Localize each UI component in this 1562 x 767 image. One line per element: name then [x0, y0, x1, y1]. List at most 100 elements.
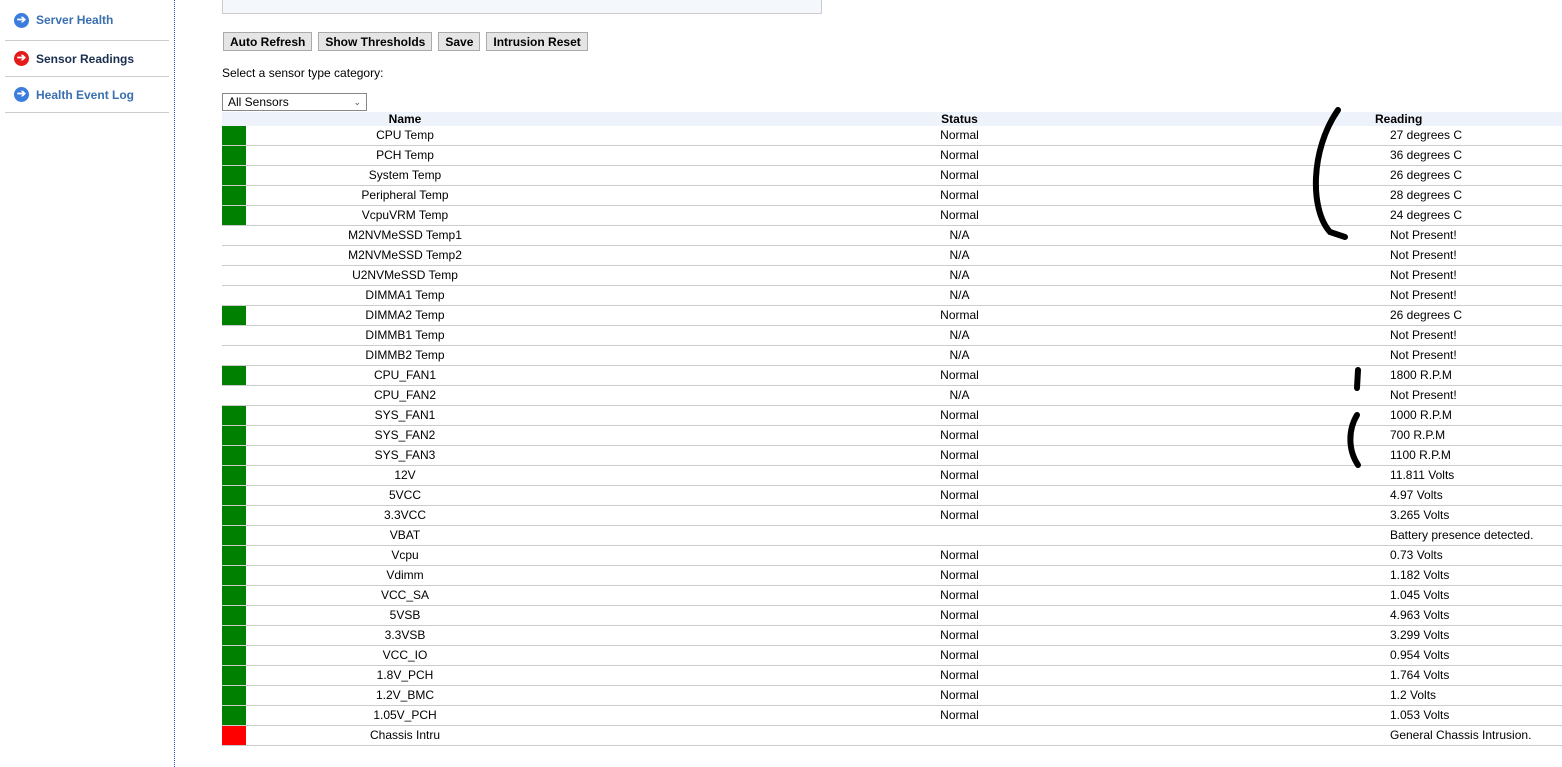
- sensor-name: System Temp: [246, 165, 564, 186]
- nav-label: Server Health: [36, 13, 114, 27]
- sensor-reading: 3.299 Volts: [1355, 625, 1562, 646]
- table-row: 1.8V_PCH Normal 1.764 Volts: [222, 665, 1562, 686]
- sensor-status: Normal: [564, 465, 1355, 486]
- status-color-swatch: [222, 226, 246, 245]
- status-color-swatch: [222, 426, 246, 445]
- auto-refresh-button[interactable]: Auto Refresh: [223, 32, 313, 51]
- status-indicator: [222, 625, 246, 646]
- sensor-reading: 0.73 Volts: [1355, 545, 1562, 566]
- table-row: DIMMA1 Temp N/A Not Present!: [222, 285, 1562, 306]
- status-color-swatch: [222, 726, 246, 745]
- table-row: DIMMB2 Temp N/A Not Present!: [222, 345, 1562, 366]
- nav-sensor-readings[interactable]: ➔ Sensor Readings: [5, 41, 169, 77]
- save-button[interactable]: Save: [438, 32, 481, 51]
- table-row: 1.2V_BMC Normal 1.2 Volts: [222, 685, 1562, 706]
- sensor-status: Normal: [564, 425, 1355, 446]
- status-indicator: [222, 225, 246, 246]
- table-row: 5VCC Normal 4.97 Volts: [222, 485, 1562, 506]
- sensor-name: CPU_FAN2: [246, 385, 564, 406]
- sensor-status: Normal: [564, 585, 1355, 606]
- nav-health-event-log[interactable]: ➔ Health Event Log: [5, 77, 169, 113]
- sensor-category-select[interactable]: All Sensors ⌄: [222, 93, 367, 111]
- sensor-reading: Battery presence detected.: [1355, 525, 1562, 546]
- status-color-swatch: [222, 506, 246, 525]
- reading-header[interactable]: Reading: [1355, 112, 1562, 126]
- status-indicator: [222, 505, 246, 526]
- sensor-status: Normal: [564, 705, 1355, 726]
- status-indicator: [222, 305, 246, 326]
- filter-label: Select a sensor type category:: [222, 66, 384, 80]
- name-header[interactable]: Name: [246, 112, 564, 126]
- table-row: 3.3VCC Normal 3.265 Volts: [222, 505, 1562, 526]
- status-indicator: [222, 525, 246, 546]
- nav-server-health[interactable]: ➔ Server Health: [5, 0, 169, 41]
- status-indicator: [222, 425, 246, 446]
- table-row: CPU_FAN2 N/A Not Present!: [222, 385, 1562, 406]
- sensor-reading: 1.045 Volts: [1355, 585, 1562, 606]
- status-color-swatch: [222, 566, 246, 585]
- status-color-swatch: [222, 306, 246, 325]
- table-row: 12V Normal 11.811 Volts: [222, 465, 1562, 486]
- status-color-swatch: [222, 266, 246, 285]
- status-color-swatch: [222, 446, 246, 465]
- status-color-swatch: [222, 206, 246, 225]
- status-indicator: [222, 545, 246, 566]
- status-color-swatch: [222, 586, 246, 605]
- sensor-name: 12V: [246, 465, 564, 486]
- sensor-reading: Not Present!: [1355, 285, 1562, 306]
- sensor-reading: Not Present!: [1355, 225, 1562, 246]
- status-color-swatch: [222, 486, 246, 505]
- indicator-header: [222, 112, 246, 126]
- sensor-status: N/A: [564, 265, 1355, 286]
- sensor-reading: 11.811 Volts: [1355, 465, 1562, 486]
- status-color-swatch: [222, 366, 246, 385]
- toolbar: Auto Refresh Show Thresholds Save Intrus…: [223, 32, 588, 51]
- sensor-name: M2NVMeSSD Temp2: [246, 245, 564, 266]
- sensor-status: Normal: [564, 505, 1355, 526]
- arrow-right-icon: ➔: [14, 87, 29, 102]
- sensor-name: 1.8V_PCH: [246, 665, 564, 686]
- sensor-reading: 36 degrees C: [1355, 145, 1562, 166]
- table-row: Vcpu Normal 0.73 Volts: [222, 545, 1562, 566]
- status-color-swatch: [222, 606, 246, 625]
- status-color-swatch: [222, 146, 246, 165]
- sensor-status: N/A: [564, 225, 1355, 246]
- status-indicator: [222, 705, 246, 726]
- table-row: Peripheral Temp Normal 28 degrees C: [222, 185, 1562, 206]
- sensor-name: Vcpu: [246, 545, 564, 566]
- sensor-status: Normal: [564, 545, 1355, 566]
- table-row: CPU_FAN1 Normal 1800 R.P.M: [222, 365, 1562, 386]
- status-color-swatch: [222, 646, 246, 665]
- status-indicator: [222, 126, 246, 146]
- sensor-reading: 26 degrees C: [1355, 305, 1562, 326]
- sensor-status: N/A: [564, 245, 1355, 266]
- sensor-status: Normal: [564, 405, 1355, 426]
- sensor-status: Normal: [564, 665, 1355, 686]
- status-color-swatch: [222, 286, 246, 305]
- sensor-name: VCC_SA: [246, 585, 564, 606]
- chevron-down-icon: ⌄: [353, 96, 361, 107]
- sensor-status: N/A: [564, 345, 1355, 366]
- sensor-status: Normal: [564, 605, 1355, 626]
- sensor-status: Normal: [564, 165, 1355, 186]
- show-thresholds-button[interactable]: Show Thresholds: [318, 32, 433, 51]
- intrusion-reset-button[interactable]: Intrusion Reset: [486, 32, 588, 51]
- status-color-swatch: [222, 186, 246, 205]
- sensor-name: PCH Temp: [246, 145, 564, 166]
- table-row: M2NVMeSSD Temp1 N/A Not Present!: [222, 225, 1562, 246]
- sensor-reading: 700 R.P.M: [1355, 425, 1562, 446]
- sensor-reading: 1100 R.P.M: [1355, 445, 1562, 466]
- sensor-name: DIMMA1 Temp: [246, 285, 564, 306]
- sensor-reading: 24 degrees C: [1355, 205, 1562, 226]
- status-header[interactable]: Status: [564, 112, 1355, 126]
- status-indicator: [222, 325, 246, 346]
- status-color-swatch: [222, 546, 246, 565]
- sensor-status: Normal: [564, 205, 1355, 226]
- nav-label: Sensor Readings: [36, 51, 135, 66]
- status-indicator: [222, 445, 246, 466]
- sensor-reading: 1.053 Volts: [1355, 705, 1562, 726]
- sensor-status: Normal: [564, 145, 1355, 166]
- sensor-status: Normal: [564, 565, 1355, 586]
- sensor-reading: 1.2 Volts: [1355, 685, 1562, 706]
- table-row: 3.3VSB Normal 3.299 Volts: [222, 625, 1562, 646]
